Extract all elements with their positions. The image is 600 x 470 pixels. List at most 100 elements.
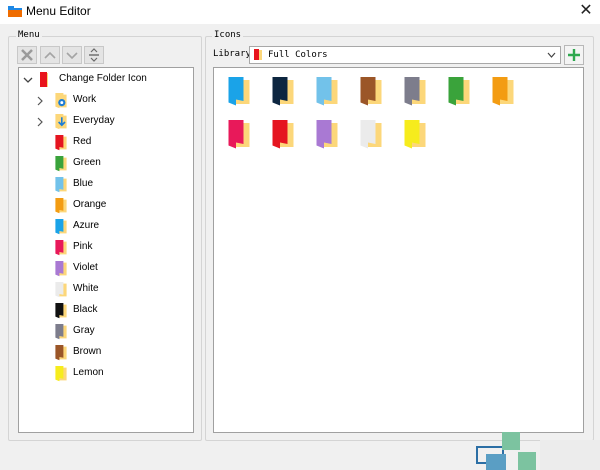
color-folder-icon-cell[interactable]	[315, 77, 341, 109]
color-folder-icon-cell[interactable]	[359, 77, 385, 109]
folder-icon	[316, 77, 338, 106]
decor-block	[540, 440, 600, 470]
color-folder-icon-cell[interactable]	[271, 120, 297, 152]
folder-icon	[272, 120, 294, 149]
download-folder-icon	[55, 114, 67, 130]
color-folder-icon-cell[interactable]	[227, 77, 253, 109]
menu-tree[interactable]: Change Folder Icon Work Everyday Red Green B…	[18, 67, 194, 433]
violet-folder-icon	[55, 261, 67, 277]
decor-block	[502, 432, 520, 450]
color-folder-icon-cell[interactable]	[491, 77, 517, 109]
icons-grid[interactable]	[213, 67, 584, 433]
move-down-button[interactable]	[62, 46, 82, 64]
add-icon-button[interactable]	[564, 45, 584, 65]
red-folder-icon	[55, 135, 67, 151]
move-up-button[interactable]	[40, 46, 60, 64]
tree-item-violet[interactable]: Violet	[19, 259, 193, 279]
tree-item-pink[interactable]: Pink	[19, 238, 193, 258]
tree-item-orange[interactable]: Orange	[19, 196, 193, 216]
black-folder-icon	[55, 303, 67, 319]
green-folder-icon	[55, 156, 67, 172]
tree-item-green[interactable]: Green	[19, 154, 193, 174]
decor-block	[518, 452, 536, 470]
separator-icon	[89, 48, 99, 62]
plus-icon	[568, 49, 580, 61]
collapse-arrow-icon[interactable]	[23, 75, 33, 85]
title-bar: Menu Editor ✕	[0, 0, 600, 24]
color-folder-icon-cell[interactable]	[447, 77, 473, 109]
decor-block	[486, 454, 506, 470]
menu-group-label: Menu	[16, 30, 42, 40]
tree-item-label: Work	[73, 94, 97, 105]
icons-group-label: Icons	[212, 30, 244, 40]
move-up-icon	[44, 51, 56, 59]
blue-folder-icon	[55, 177, 67, 193]
window-title: Menu Editor	[26, 4, 91, 18]
tree-item-label: Azure	[73, 220, 100, 231]
color-folder-icon-cell[interactable]	[315, 120, 341, 152]
tree-item-red[interactable]: Red	[19, 133, 193, 153]
gear-folder-icon	[55, 93, 67, 109]
tree-item-blue[interactable]: Blue	[19, 175, 193, 195]
gray-folder-icon	[55, 324, 67, 340]
folder-icon	[492, 77, 514, 106]
folder-icon	[360, 120, 382, 149]
tree-item-work[interactable]: Work	[19, 91, 193, 111]
chevron-down-icon	[547, 52, 556, 58]
tree-item-lemon[interactable]: Lemon	[19, 364, 193, 384]
color-folder-icon-cell[interactable]	[271, 77, 297, 109]
folder-icon	[404, 77, 426, 106]
azure-folder-icon	[55, 219, 67, 235]
tree-item-label: Change Folder Icon	[59, 73, 147, 84]
tree-root-change-folder-icon[interactable]: Change Folder Icon	[19, 70, 193, 90]
add-separator-button[interactable]	[84, 46, 104, 64]
lemon-folder-icon	[55, 366, 67, 382]
tree-item-gray[interactable]: Gray	[19, 322, 193, 342]
close-button[interactable]: ✕	[572, 0, 600, 24]
folder-icon	[228, 77, 250, 106]
tree-item-everyday[interactable]: Everyday	[19, 112, 193, 132]
orange-folder-icon	[55, 198, 67, 214]
delete-button[interactable]	[17, 46, 37, 64]
menu-editor-window: Menu Editor ✕ Menu Change Folder Icon Wo…	[0, 0, 600, 470]
tree-item-label: Pink	[73, 241, 93, 252]
color-folder-icon-cell[interactable]	[227, 120, 253, 152]
red-folder-icon	[254, 49, 262, 60]
library-select[interactable]: Full Colors	[249, 46, 561, 64]
tree-item-label: Green	[73, 157, 101, 168]
app-folder-icon	[8, 6, 22, 17]
folder-icon	[272, 77, 294, 106]
white-folder-icon	[55, 282, 67, 298]
tree-item-brown[interactable]: Brown	[19, 343, 193, 363]
color-folder-icon-cell[interactable]	[403, 77, 429, 109]
folder-icon	[448, 77, 470, 106]
tree-item-label: Violet	[73, 262, 98, 273]
brown-folder-icon	[55, 345, 67, 361]
tree-item-label: Lemon	[73, 367, 104, 378]
delete-icon	[21, 49, 33, 61]
tree-item-label: Everyday	[73, 115, 115, 126]
tree-item-azure[interactable]: Azure	[19, 217, 193, 237]
tree-item-label: Orange	[73, 199, 107, 210]
folder-icon	[316, 120, 338, 149]
tree-item-label: Gray	[73, 325, 95, 336]
tree-item-black[interactable]: Black	[19, 301, 193, 321]
tree-item-label: Brown	[73, 346, 102, 357]
folder-icon	[228, 120, 250, 149]
tree-item-label: White	[73, 283, 99, 294]
tree-item-label: Red	[73, 136, 92, 147]
color-folder-icon-cell[interactable]	[359, 120, 385, 152]
folder-icon	[360, 77, 382, 106]
tree-item-label: Blue	[73, 178, 94, 189]
expand-arrow-icon[interactable]	[35, 117, 45, 127]
expand-arrow-icon[interactable]	[35, 96, 45, 106]
red-folder-icon	[40, 72, 48, 87]
color-folder-icon-cell[interactable]	[403, 120, 429, 152]
folder-icon	[404, 120, 426, 149]
library-label: Library	[213, 49, 251, 59]
move-down-icon	[66, 52, 78, 60]
tree-item-label: Black	[73, 304, 98, 315]
library-select-value: Full Colors	[268, 50, 328, 60]
tree-item-white[interactable]: White	[19, 280, 193, 300]
pink-folder-icon	[55, 240, 67, 256]
